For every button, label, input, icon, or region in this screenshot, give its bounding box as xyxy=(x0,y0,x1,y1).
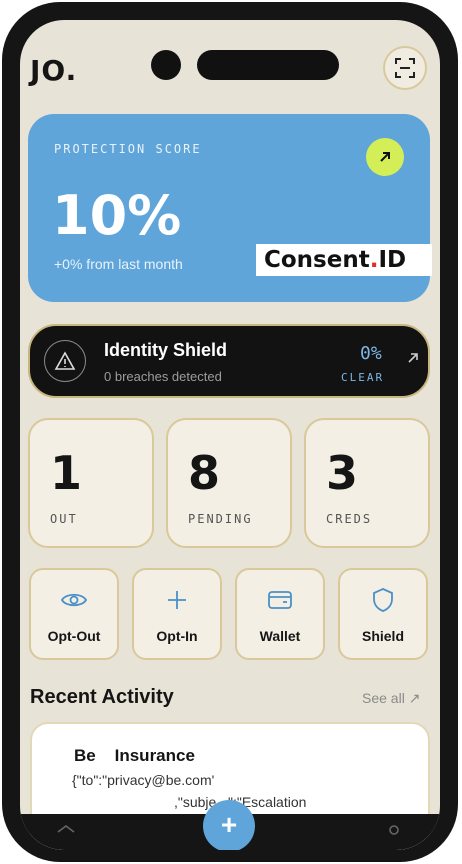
stat-card-pending[interactable]: 8 PENDING xyxy=(166,418,292,548)
dynamic-island xyxy=(197,50,339,80)
see-all-link[interactable]: See all ↗ xyxy=(362,690,420,707)
brand-text: ID xyxy=(378,247,407,273)
warning-icon-container xyxy=(44,340,86,382)
shield-icon xyxy=(373,588,393,612)
identity-shield-card[interactable]: Identity Shield 0 breaches detected 0% C… xyxy=(28,324,430,398)
brand-text: Consent xyxy=(264,247,370,273)
eye-icon xyxy=(61,593,87,607)
app-logo: JO. xyxy=(30,54,78,87)
opt-out-button[interactable]: Opt-Out xyxy=(29,568,119,660)
scan-button[interactable] xyxy=(383,46,427,90)
arrow-up-right-icon xyxy=(408,353,418,363)
shield-title: Identity Shield xyxy=(104,340,228,360)
opt-in-button[interactable]: Opt-In xyxy=(132,568,222,660)
shield-subtitle: 0 breaches detected xyxy=(104,369,222,384)
stat-label: CREDS xyxy=(326,512,373,526)
activity-title: Be Insurance xyxy=(74,746,195,765)
stat-label: OUT xyxy=(50,512,78,526)
score-label: PROTECTION SCORE xyxy=(54,142,202,156)
phone-frame: JO. PROTECTION SCORE 10% +0% from last m… xyxy=(2,2,458,862)
activity-detail: {"to":"privacy@be.com' xyxy=(72,772,215,788)
warning-icon xyxy=(54,351,76,370)
side-button xyxy=(452,120,458,190)
protection-score-card[interactable]: PROTECTION SCORE 10% +0% from last month… xyxy=(28,114,432,302)
wallet-icon xyxy=(268,591,292,609)
stat-card-creds[interactable]: 3 CREDS xyxy=(304,418,430,548)
stat-value: 1 xyxy=(50,446,83,500)
score-change: +0% from last month xyxy=(54,256,183,272)
shield-percent: 0% xyxy=(360,343,382,364)
arrow-up-right-icon xyxy=(380,152,390,162)
action-label: Wallet xyxy=(259,628,301,644)
side-button xyxy=(452,234,458,304)
stat-label: PENDING xyxy=(188,512,253,526)
shield-button[interactable]: Shield xyxy=(338,568,428,660)
stat-value: 3 xyxy=(326,446,359,500)
wallet-button[interactable]: Wallet xyxy=(235,568,325,660)
app-screen: JO. PROTECTION SCORE 10% +0% from last m… xyxy=(20,20,440,850)
score-details-button[interactable] xyxy=(366,138,404,176)
scan-icon xyxy=(395,58,415,78)
score-value: 10% xyxy=(52,184,182,247)
plus-icon xyxy=(168,591,186,609)
side-button xyxy=(452,402,458,472)
camera xyxy=(151,50,181,80)
profile-icon[interactable] xyxy=(386,824,402,840)
shield-status: CLEAR xyxy=(341,371,385,384)
action-label: Shield xyxy=(361,628,404,644)
brand-watermark: Consent.ID xyxy=(256,244,432,276)
action-label: Opt-In xyxy=(156,628,198,644)
home-icon[interactable] xyxy=(56,824,76,840)
recent-activity-title: Recent Activity xyxy=(30,686,174,708)
stat-card-out[interactable]: 1 OUT xyxy=(28,418,154,548)
action-label: Opt-Out xyxy=(47,628,101,644)
stat-value: 8 xyxy=(188,446,221,500)
add-button[interactable]: + xyxy=(203,800,255,850)
